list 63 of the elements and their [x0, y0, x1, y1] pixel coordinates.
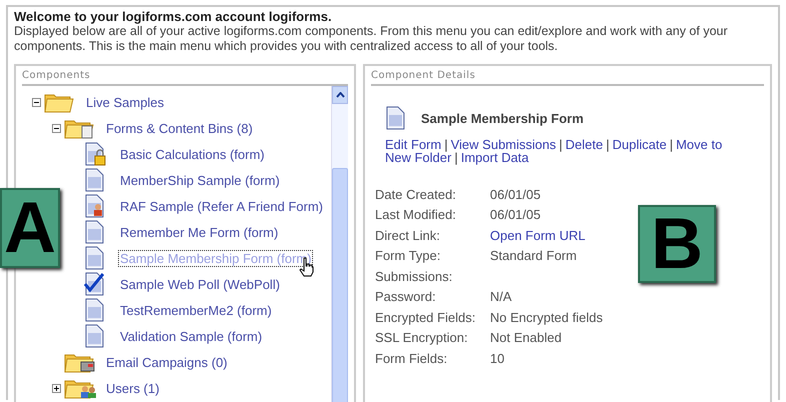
- field-label: Password:: [375, 289, 437, 304]
- scrollbar[interactable]: [331, 86, 348, 402]
- welcome-description: Displayed below are all of your active logiforms.com components. From this menu you can edit/explore and work with any of your components. This is the main menu which provides you with centralized access to all of your tools.: [14, 24, 729, 54]
- field-label: Form Type:: [375, 248, 442, 264]
- action-link[interactable]: Move to: [676, 138, 722, 151]
- field-label: Last Modified:: [375, 207, 457, 222]
- scroll-up-button[interactable]: [332, 86, 348, 104]
- separator: |: [606, 138, 610, 151]
- tree-item[interactable]: Basic Calculations (form): [118, 146, 266, 162]
- field-value: 06/01/05: [490, 207, 541, 222]
- action-link[interactable]: Edit Form: [385, 138, 442, 151]
- tree-item[interactable]: Validation Sample (form): [118, 328, 264, 344]
- tree-item[interactable]: Forms & Content Bins (8): [104, 120, 255, 136]
- tree-item[interactable]: MemberShip Sample (form): [118, 172, 282, 188]
- document-icon: [84, 324, 106, 348]
- document-icon: [84, 220, 106, 244]
- separator: |: [444, 138, 448, 151]
- field-link[interactable]: Open Form URL: [490, 228, 586, 243]
- tree-item[interactable]: TestRememberMe2 (form): [118, 302, 274, 318]
- field-value: No Encrypted fields: [490, 310, 603, 325]
- expander-icon[interactable]: [52, 124, 61, 132]
- document-icon: [84, 168, 106, 192]
- tree-item[interactable]: Email Campaigns (0): [104, 354, 230, 370]
- document-checkmark-icon: [84, 272, 106, 296]
- document-person-icon: [84, 194, 106, 218]
- tree-item[interactable]: Sample Web Poll (WebPoll): [118, 276, 282, 292]
- field-label: Direct Link:: [375, 228, 442, 243]
- field-label: Encrypted Fields:: [375, 310, 476, 325]
- document-icon: [385, 106, 407, 130]
- tree-item[interactable]: Users (1): [104, 380, 162, 396]
- field-value: N/A: [490, 289, 512, 304]
- action-link[interactable]: Import Data: [460, 151, 529, 164]
- action-link[interactable]: New Folder: [385, 151, 452, 164]
- field-value: 10: [490, 350, 504, 366]
- document-lock-icon: [84, 142, 106, 166]
- form-title: Sample Membership Form: [421, 110, 584, 126]
- action-link[interactable]: Delete: [565, 138, 603, 151]
- chevron-up-icon: [336, 92, 344, 98]
- separator: |: [454, 151, 458, 164]
- separator: |: [670, 138, 673, 151]
- field-value: 06/01/05: [490, 186, 541, 202]
- welcome-title: Welcome to your logiforms.com account logiforms.: [14, 9, 333, 24]
- field-label: Submissions:: [375, 268, 454, 284]
- tree-item[interactable]: Live Samples: [84, 94, 166, 110]
- scroll-thumb[interactable]: [332, 168, 348, 402]
- action-link[interactable]: View Submissions: [450, 138, 556, 151]
- field-value: Standard Form: [490, 248, 577, 264]
- tree-item[interactable]: Remember Me Form (form): [118, 224, 280, 240]
- expander-icon[interactable]: [32, 98, 41, 106]
- document-icon: [84, 298, 106, 322]
- field-label: SSL Encryption:: [375, 330, 469, 346]
- panel-heading: Components: [22, 70, 348, 86]
- action-link[interactable]: Duplicate: [612, 138, 667, 151]
- field-label: Date Created:: [375, 186, 457, 202]
- panel-heading: Component Details: [371, 70, 764, 86]
- callout-badge: A: [0, 188, 60, 268]
- separator: |: [559, 138, 562, 151]
- callout-badge: B: [638, 205, 716, 283]
- tree-item[interactable]: RAF Sample (Refer A Friend Form): [118, 198, 325, 214]
- document-icon: [84, 246, 106, 270]
- field-value: Not Enabled: [490, 330, 562, 346]
- expander-icon[interactable]: [52, 384, 61, 392]
- field-label: Form Fields:: [375, 350, 448, 366]
